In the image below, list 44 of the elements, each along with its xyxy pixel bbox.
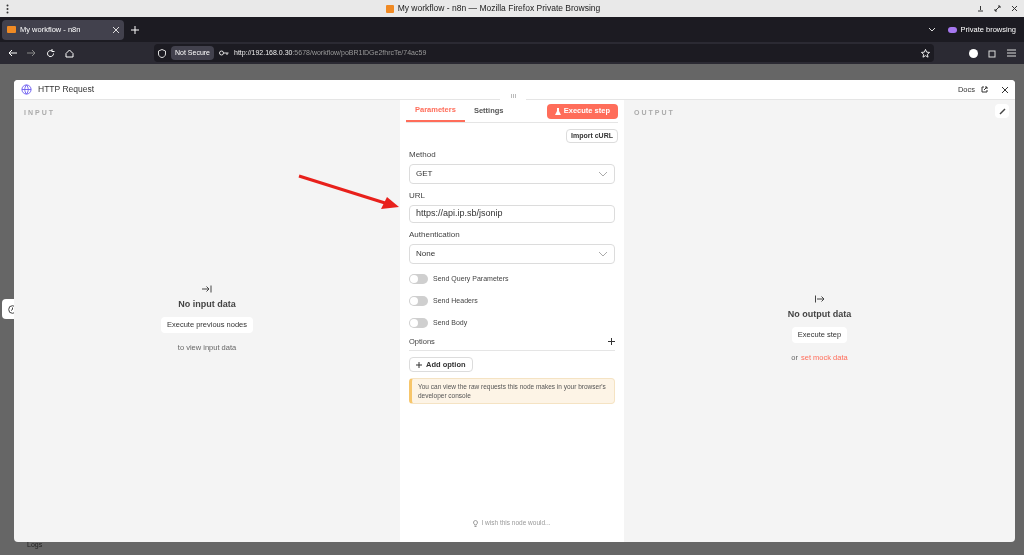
plus-icon — [416, 361, 422, 368]
empty-state-title: No output data — [787, 307, 852, 321]
shield-icon[interactable] — [158, 48, 166, 58]
key-icon[interactable] — [219, 50, 230, 56]
select-field[interactable]: GET — [409, 164, 615, 184]
toggle-switch[interactable] — [409, 296, 428, 306]
reload-icon[interactable] — [46, 48, 55, 58]
home-icon[interactable] — [65, 48, 74, 58]
field-label: Method — [409, 149, 437, 161]
field-label: Authentication — [409, 229, 461, 241]
arrow-to-bar-icon — [202, 284, 212, 293]
chevron-down-icon — [598, 251, 608, 257]
grip-icon — [510, 93, 516, 98]
url-field[interactable]: https://api.ip.sb/jsonip — [409, 205, 615, 223]
extension-icon[interactable] — [969, 48, 978, 58]
minimize-icon[interactable] — [977, 5, 984, 12]
app-favicon-icon — [385, 4, 394, 13]
external-link-icon — [981, 86, 988, 93]
window-title: My workflow - n8n — Mozilla Firefox Private Browsing — [397, 2, 601, 15]
bookmark-star-icon[interactable] — [921, 48, 930, 58]
flask-icon — [554, 107, 561, 115]
tab-favicon-icon — [7, 26, 16, 33]
maximize-icon[interactable] — [994, 5, 1001, 12]
field-label: URL — [409, 190, 426, 202]
toggle-switch[interactable] — [409, 274, 428, 284]
globe-icon — [21, 84, 32, 95]
chevron-down-icon — [598, 171, 608, 177]
node-title: HTTP Request — [38, 83, 95, 96]
close-icon[interactable] — [1011, 5, 1018, 12]
select-field[interactable]: None — [409, 244, 615, 264]
chevron-down-icon[interactable] — [927, 27, 936, 32]
lightbulb-icon — [473, 519, 479, 527]
back-arrow-icon[interactable] — [8, 49, 17, 57]
empty-state-title: No input data — [178, 297, 236, 311]
new-tab-icon[interactable] — [131, 25, 139, 34]
plus-icon[interactable] — [608, 338, 615, 346]
private-mask-icon — [947, 26, 957, 33]
close-icon[interactable] — [1002, 86, 1008, 93]
bar-to-arrow-icon — [814, 294, 825, 303]
menu-icon[interactable] — [6, 3, 9, 14]
pencil-icon — [998, 107, 1006, 115]
toggle-switch[interactable] — [409, 318, 428, 328]
edit-button[interactable] — [995, 104, 1009, 118]
forward-arrow-icon[interactable] — [27, 49, 36, 57]
